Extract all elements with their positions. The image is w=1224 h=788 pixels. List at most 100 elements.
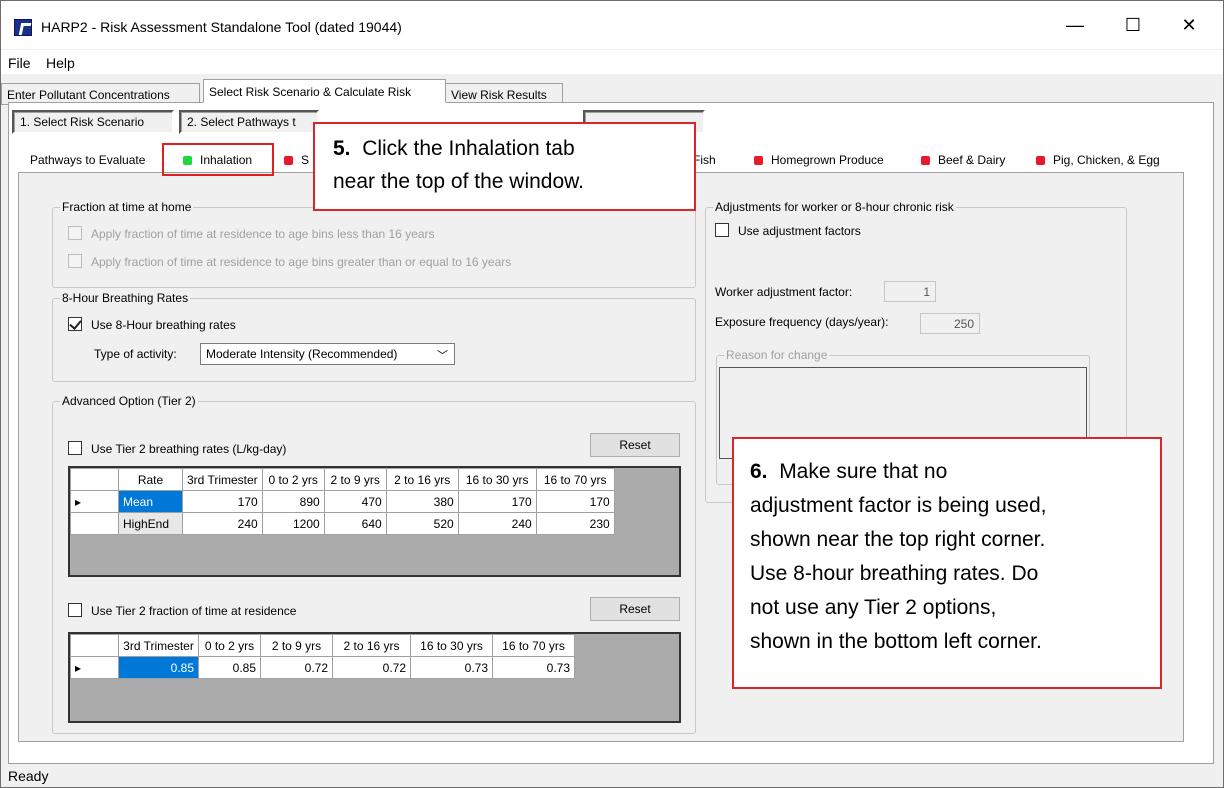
tab-beef-label: Beef & Dairy	[938, 153, 1006, 167]
checkbox[interactable]	[68, 603, 82, 617]
option2-label: Apply fraction of time at residence to a…	[91, 255, 512, 269]
table-cell[interactable]: 0.73	[492, 656, 575, 679]
row-indicator-icon[interactable]: ▸	[70, 656, 119, 679]
minimize-button[interactable]: —	[1052, 10, 1098, 40]
column-header[interactable]: 2 to 16 yrs	[385, 468, 459, 491]
fraction-home-title: Fraction at time at home	[60, 200, 194, 214]
exposure-frequency-field[interactable]: 250	[920, 313, 980, 334]
tab-soil[interactable]: S	[284, 148, 309, 172]
tab-fish[interactable]: Fish	[693, 148, 716, 172]
table-cell[interactable]: 240	[457, 512, 537, 535]
fraction-home-option2[interactable]: Apply fraction of time at residence to a…	[68, 254, 511, 269]
tier2-fraction-grid[interactable]: 3rd Trimester 0 to 2 yrs 2 to 9 yrs 2 to…	[68, 632, 681, 723]
table-cell[interactable]: 0.72	[260, 656, 333, 679]
column-header[interactable]: 3rd Trimester	[182, 468, 263, 491]
menu-help[interactable]: Help	[46, 55, 75, 71]
tier2-rates-label: Use Tier 2 breathing rates (L/kg-day)	[91, 442, 287, 456]
activity-type-select[interactable]: Moderate Intensity (Recommended) ﹀	[200, 343, 455, 365]
callout6-text1: Make sure that no	[779, 460, 948, 483]
activity-value: Moderate Intensity (Recommended)	[206, 347, 398, 361]
worker-factor-field[interactable]: 1	[884, 281, 936, 302]
callout6-line6: shown in the bottom left corner.	[750, 630, 1042, 653]
corner-cell	[70, 468, 119, 491]
tab-pathways-to-evaluate[interactable]: Pathways to Evaluate	[30, 148, 145, 172]
checkbox[interactable]	[68, 317, 82, 331]
column-header[interactable]: 2 to 16 yrs	[332, 634, 411, 657]
table-cell[interactable]: 640	[323, 512, 387, 535]
reset-rates-button[interactable]: Reset	[590, 433, 680, 457]
checkbox[interactable]	[715, 223, 729, 237]
status-dot-icon	[284, 156, 293, 165]
tab-produce-label: Homegrown Produce	[771, 153, 884, 167]
use-8hr-breathing-checkbox[interactable]: Use 8-Hour breathing rates	[68, 317, 236, 332]
menu-file[interactable]: File	[8, 55, 31, 71]
column-header[interactable]: 0 to 2 yrs	[198, 634, 261, 657]
row-indicator[interactable]	[70, 512, 119, 535]
table-row: HighEnd 240 1200 640 520 240 230	[70, 512, 615, 535]
table-cell[interactable]: 1200	[261, 512, 325, 535]
tab-fish-label: Fish	[693, 153, 716, 167]
table-cell[interactable]: 890	[261, 490, 325, 513]
chevron-down-icon: ﹀	[437, 350, 448, 362]
table-cell[interactable]: 170	[182, 490, 263, 513]
table-cell[interactable]: 240	[182, 512, 263, 535]
table-cell[interactable]: 380	[385, 490, 459, 513]
column-header[interactable]: Rate	[118, 468, 183, 491]
tier2-fraction-label: Use Tier 2 fraction of time at residence	[91, 604, 297, 618]
tier2-rates-checkbox[interactable]: Use Tier 2 breathing rates (L/kg-day)	[68, 441, 286, 456]
column-header[interactable]: 16 to 30 yrs	[457, 468, 537, 491]
column-header[interactable]: 16 to 30 yrs	[410, 634, 493, 657]
breathing-rates-group	[52, 298, 696, 382]
app-logo-icon	[14, 19, 32, 36]
fraction-home-group	[52, 207, 696, 288]
fraction-table: 3rd Trimester 0 to 2 yrs 2 to 9 yrs 2 to…	[70, 634, 575, 679]
maximize-button[interactable]: ☐	[1110, 10, 1156, 40]
step-select-pathways[interactable]: 2. Select Pathways t	[179, 110, 319, 134]
column-header[interactable]: 3rd Trimester	[118, 634, 199, 657]
table-cell[interactable]: 0.73	[410, 656, 493, 679]
table-cell[interactable]: HighEnd	[118, 512, 183, 535]
tier2-rates-grid[interactable]: Rate 3rd Trimester 0 to 2 yrs 2 to 9 yrs…	[68, 466, 681, 577]
table-cell[interactable]: 0.85	[198, 656, 261, 679]
callout6-line2: adjustment factor is being used,	[750, 494, 1047, 517]
callout6-number: 6.	[750, 460, 768, 483]
callout5-text1: Click the Inhalation tab	[362, 137, 575, 160]
column-header[interactable]: 2 to 9 yrs	[260, 634, 333, 657]
table-row: ▸ Mean 170 890 470 380 170 170	[70, 490, 615, 513]
window-title: HARP2 - Risk Assessment Standalone Tool …	[41, 19, 402, 35]
row-indicator-icon[interactable]: ▸	[70, 490, 119, 513]
tab-pig-chicken-egg[interactable]: Pig, Chicken, & Egg	[1036, 148, 1160, 172]
column-header[interactable]: 0 to 2 yrs	[261, 468, 325, 491]
checkbox[interactable]	[68, 441, 82, 455]
tab-beef-dairy[interactable]: Beef & Dairy	[921, 148, 1005, 172]
column-header[interactable]: 2 to 9 yrs	[323, 468, 387, 491]
close-button[interactable]: ✕	[1166, 10, 1212, 40]
table-cell[interactable]: 230	[535, 512, 615, 535]
table-cell[interactable]: 170	[457, 490, 537, 513]
fraction-home-option1[interactable]: Apply fraction of time at residence to a…	[68, 226, 435, 241]
callout6-line4: Use 8-hour breathing rates. Do	[750, 562, 1039, 585]
column-header[interactable]: 16 to 70 yrs	[535, 468, 615, 491]
tab-pig-label: Pig, Chicken, & Egg	[1053, 153, 1160, 167]
checkbox[interactable]	[68, 226, 82, 240]
checkbox[interactable]	[68, 254, 82, 268]
table-cell[interactable]: 520	[385, 512, 459, 535]
callout-step-6: 6. Make sure that no adjustment factor i…	[732, 437, 1162, 689]
menu-bar	[1, 50, 1223, 74]
use-8hr-label: Use 8-Hour breathing rates	[91, 318, 236, 332]
step-select-risk-scenario[interactable]: 1. Select Risk Scenario	[12, 110, 174, 134]
table-cell[interactable]: 470	[323, 490, 387, 513]
breathing-rates-title: 8-Hour Breathing Rates	[60, 291, 191, 305]
tab-select-risk-scenario[interactable]: Select Risk Scenario & Calculate Risk	[203, 79, 446, 103]
rates-table: Rate 3rd Trimester 0 to 2 yrs 2 to 9 yrs…	[70, 468, 615, 535]
tab-homegrown-produce[interactable]: Homegrown Produce	[754, 148, 884, 172]
table-cell[interactable]: 0.85	[118, 656, 199, 679]
table-cell[interactable]: 0.72	[332, 656, 411, 679]
activity-label: Type of activity:	[94, 347, 177, 361]
column-header[interactable]: 16 to 70 yrs	[492, 634, 575, 657]
table-cell[interactable]: Mean	[118, 490, 183, 513]
reset-fraction-button[interactable]: Reset	[590, 597, 680, 621]
use-adjustment-checkbox[interactable]: Use adjustment factors	[715, 223, 861, 238]
table-cell[interactable]: 170	[535, 490, 615, 513]
tier2-fraction-checkbox[interactable]: Use Tier 2 fraction of time at residence	[68, 603, 296, 618]
